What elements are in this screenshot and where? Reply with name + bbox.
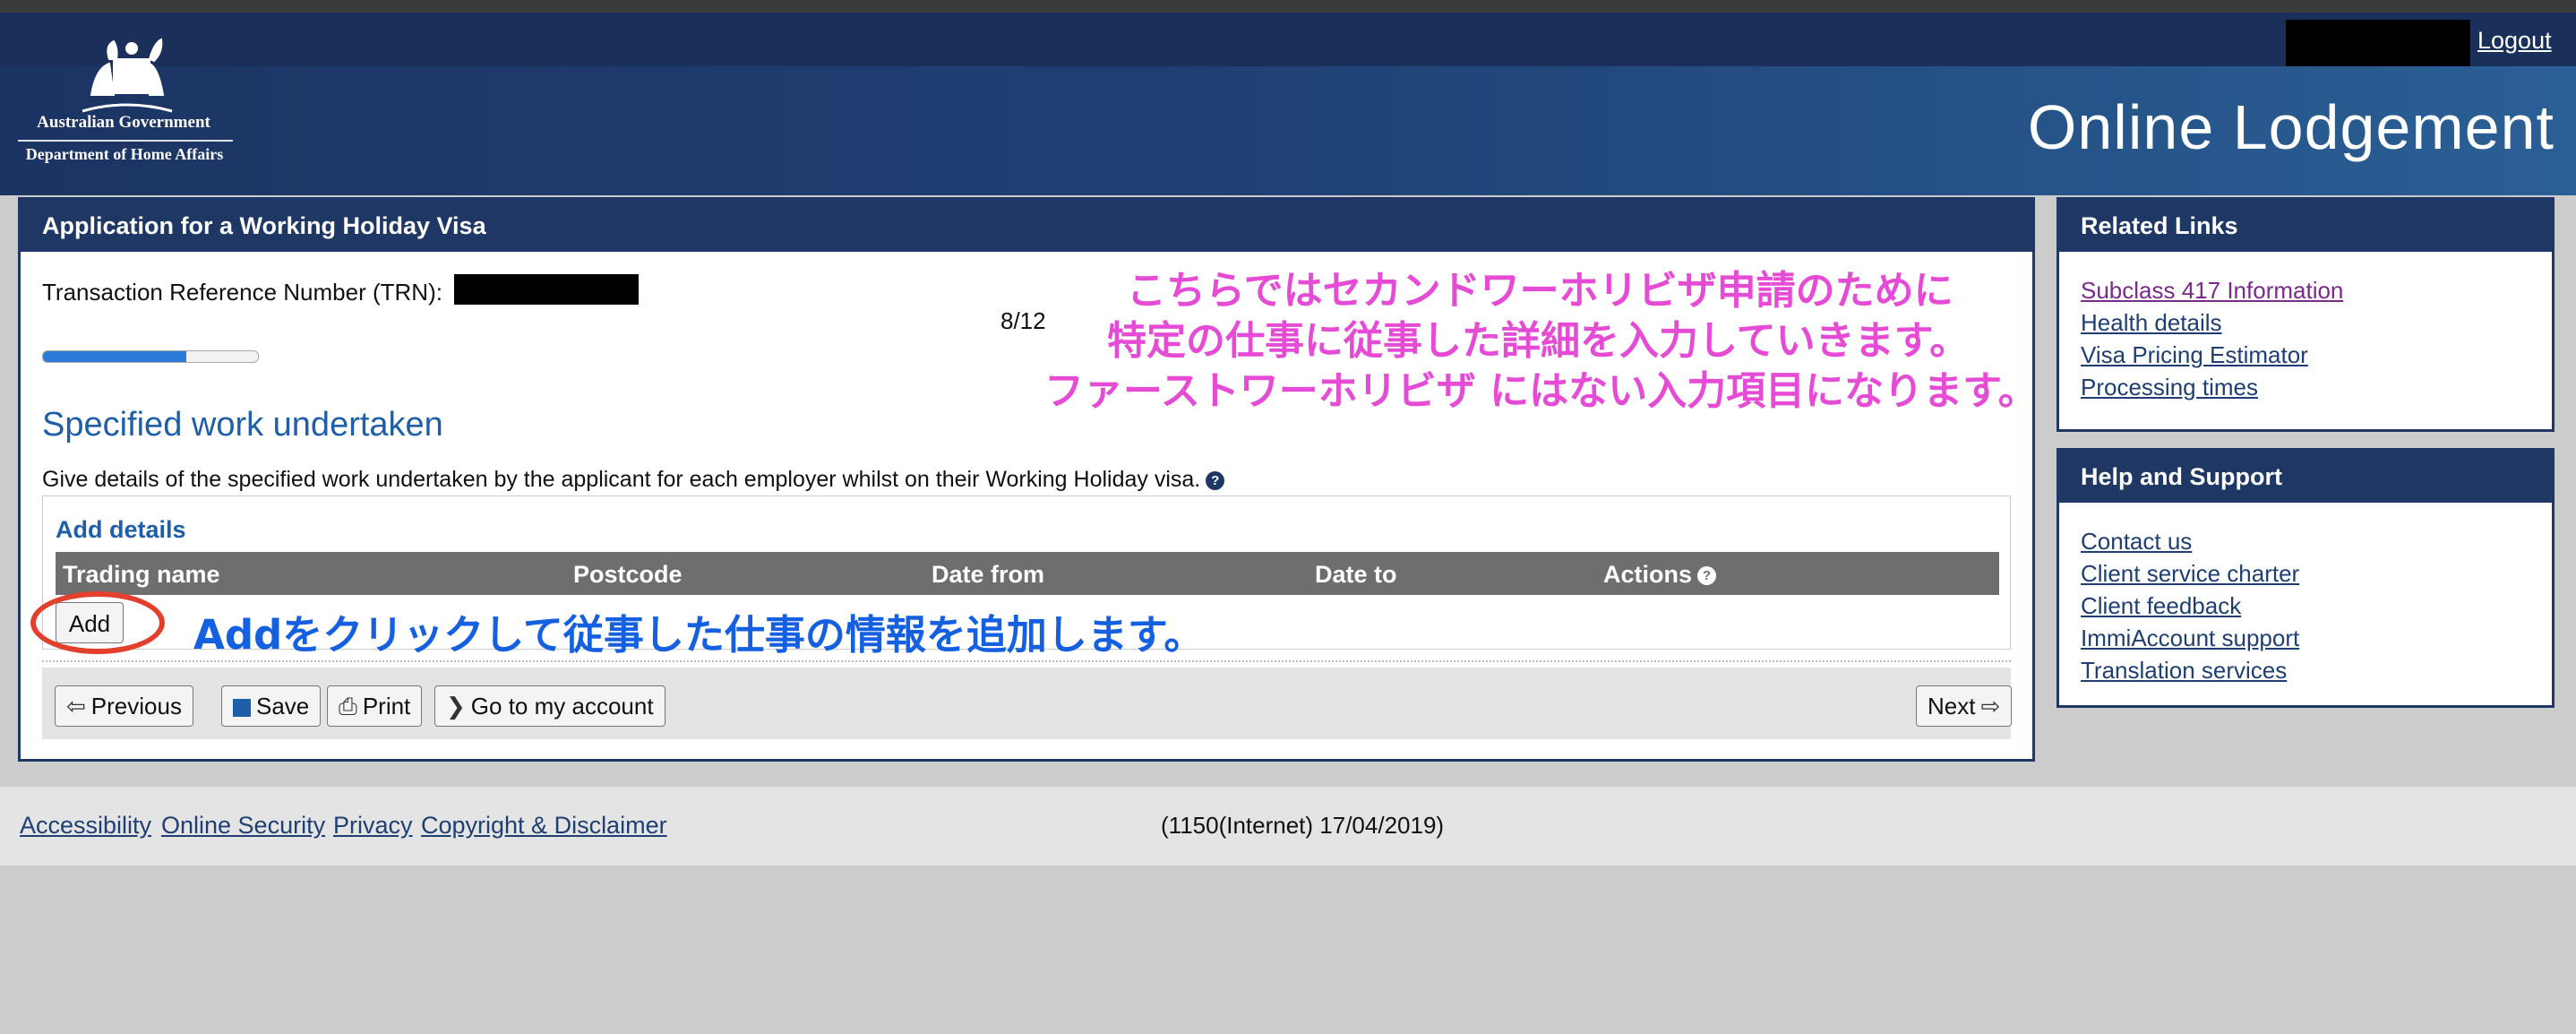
print-label: Print [362,693,411,719]
previous-label: Previous [90,693,182,719]
annotation-line-2: 特定の仕事に従事した詳細を入力していきます。 [1107,318,1970,364]
username-redacted [2286,20,2470,66]
related-links-panel: Related Links Subclass 417 Information H… [2057,197,2555,432]
help-icon[interactable]: ? [1206,470,1225,490]
save-button[interactable]: Save [221,685,322,727]
link-client-feedback[interactable]: Client feedback [2081,592,2299,625]
trn-redacted [454,274,639,305]
progress-bar [42,350,259,363]
related-links-list: Subclass 417 Information Health details … [2081,277,2343,406]
link-visa-pricing[interactable]: Visa Pricing Estimator [2081,341,2343,374]
trn-label: Transaction Reference Number (TRN): [42,279,442,306]
logout-link[interactable]: Logout [2477,27,2552,55]
next-button[interactable]: Next ⇨ [1916,685,2013,727]
arrow-left-icon: ⇦ [66,693,86,719]
save-label: Save [256,693,310,719]
page-counter: 8/12 [1000,307,1046,334]
link-processing-times[interactable]: Processing times [2081,374,2343,406]
description-text: Give details of the specified work under… [42,467,1201,492]
site-header: Australian Government Department of Home… [0,13,2576,195]
link-translation-services[interactable]: Translation services [2081,657,2299,689]
actions-help-icon[interactable]: ? [1697,566,1717,586]
gov-divider [18,140,233,142]
link-client-service-charter[interactable]: Client service charter [2081,560,2299,592]
link-subclass-417[interactable]: Subclass 417 Information [2081,277,2343,309]
col-trading-name: Trading name [63,561,220,588]
add-details-title: Add details [56,516,186,543]
annotation-line-1: こちらではセカンドワーホリビザ申請のために [1127,268,1953,314]
help-support-title: Help and Support [2081,463,2282,490]
floppy-disk-icon [233,699,251,718]
gov-name-line1: Australian Government [37,113,210,132]
annotation-add-note: Addをクリックして従事した仕事の情報を追加します。 [193,611,1205,659]
col-actions-label: Actions [1603,561,1693,588]
col-actions: Actions? [1603,561,1717,589]
col-date-from: Date from [932,561,1045,588]
col-postcode: Postcode [573,561,683,588]
footer-online-security-link[interactable]: Online Security [161,812,325,840]
link-immiaccount-support[interactable]: ImmiAccount support [2081,625,2299,657]
navigation-bar: ⇦ Previous Save ⎙ Print ❯ Go to my account … [42,668,2013,739]
browser-top-strip [0,0,2576,13]
gov-name-line2: Department of Home Affairs [25,145,224,163]
help-support-header: Help and Support [2059,451,2552,503]
section-title: Specified work undertaken [42,406,443,444]
go-to-account-button[interactable]: ❯ Go to my account [434,685,665,727]
printer-icon: ⎙ [339,693,357,719]
related-links-header: Related Links [2059,200,2552,252]
progress-fill [43,351,187,362]
panel-title: Application for a Working Holiday Visa [42,212,486,239]
footer-version: (1150(Internet) 17/04/2019) [1161,812,1445,839]
link-contact-us[interactable]: Contact us [2081,528,2299,560]
help-support-panel: Help and Support Contact us Client servi… [2057,448,2555,708]
section-description: Give details of the specified work under… [42,467,1225,493]
annotation-line-3: ファーストワーホリビザ にはない入力項目になります。 [1044,368,2038,414]
chevron-right-icon: ❯ [446,693,466,719]
table-header-row: Trading name Postcode Date from Date to … [56,552,1999,595]
dotted-divider [42,660,2011,662]
coat-of-arms-icon [82,38,173,113]
footer-privacy-link[interactable]: Privacy [333,812,413,840]
footer-copyright-link[interactable]: Copyright & Disclaimer [421,812,667,840]
go-account-label: Go to my account [470,693,654,719]
previous-button[interactable]: ⇦ Previous [55,685,193,727]
link-health-details[interactable]: Health details [2081,309,2343,341]
footer-accessibility-link[interactable]: Accessibility [20,812,151,840]
next-label: Next [1928,693,1976,719]
related-links-title: Related Links [2081,212,2238,239]
application-panel-header: Application for a Working Holiday Visa [21,200,2032,252]
header-top-band [0,13,2576,66]
help-support-list: Contact us Client service charter Client… [2081,528,2299,689]
site-footer: Accessibility Online Security Privacy Co… [0,787,2576,866]
print-button[interactable]: ⎙ Print [327,685,423,727]
add-button-highlight-circle [30,591,165,654]
app-title: Online Lodgement [2027,92,2555,162]
col-date-to: Date to [1315,561,1397,588]
arrow-right-icon: ⇨ [1980,693,2001,719]
